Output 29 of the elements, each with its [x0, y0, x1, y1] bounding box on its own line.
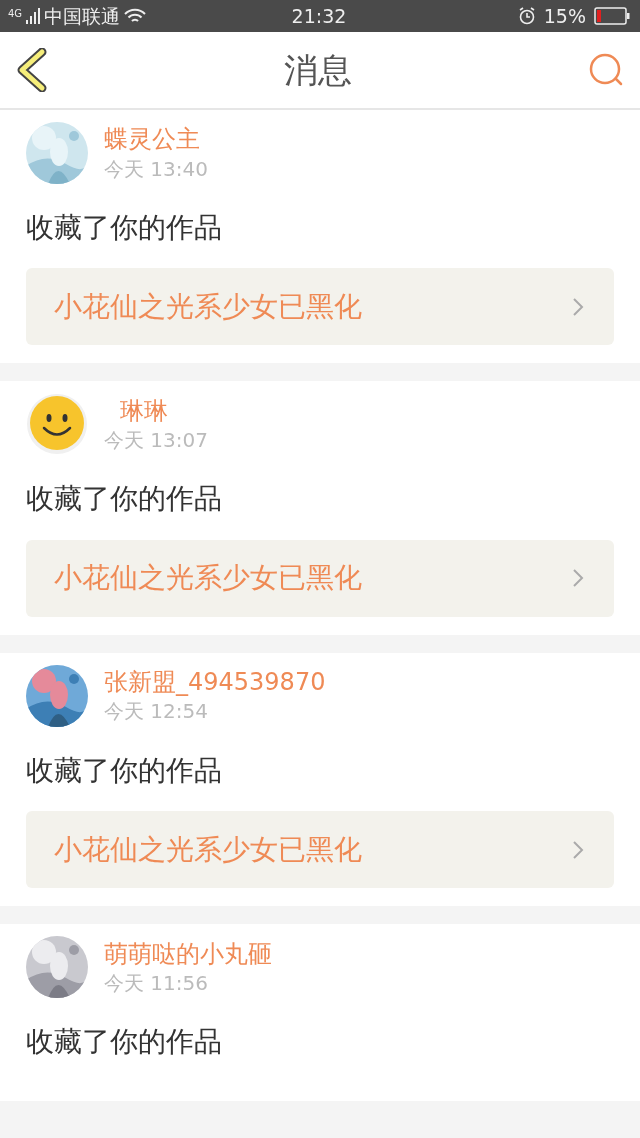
chevron-icon: [572, 839, 584, 860]
signal-icon: [26, 8, 41, 24]
alarm-icon: [517, 7, 536, 25]
user-name[interactable]: 萌萌哒的小丸砸: [104, 938, 272, 970]
message-text: 收藏了你的作品: [26, 1024, 223, 1061]
battery-icon: [594, 7, 630, 25]
page-title: 消息: [284, 48, 352, 92]
work-link[interactable]: 小花仙之光系少女已黑化: [26, 539, 614, 617]
message-time: 今天 11:56: [104, 969, 209, 996]
user-name[interactable]: 张新盟_494539870: [104, 667, 326, 699]
chevron-icon: [572, 568, 584, 589]
back-icon[interactable]: [16, 48, 48, 92]
battery-percent: 15%: [543, 3, 586, 29]
message-text: 收藏了你的作品: [26, 210, 223, 246]
user-name[interactable]: 琳琳: [120, 395, 208, 427]
clock: 21:32: [291, 3, 347, 29]
work-link[interactable]: 小花仙之光系少女已黑化: [26, 268, 614, 346]
work-link[interactable]: 小花仙之光系少女已黑化: [26, 811, 614, 889]
carrier-label: 中国联通: [44, 3, 121, 29]
network-label: 4G: [8, 6, 23, 21]
user-name[interactable]: 蝶灵公主: [104, 124, 208, 156]
chevron-icon: [572, 296, 584, 317]
message-text: 收藏了你的作品: [26, 752, 223, 789]
message-time: 今天 13:40: [104, 155, 208, 182]
message-text: 收藏了你的作品: [26, 481, 223, 518]
message-time: 今天 13:07: [104, 427, 208, 453]
message-time: 今天 12:54: [104, 698, 209, 725]
smiley-icon: [26, 393, 88, 456]
wifi-icon: [124, 8, 147, 24]
